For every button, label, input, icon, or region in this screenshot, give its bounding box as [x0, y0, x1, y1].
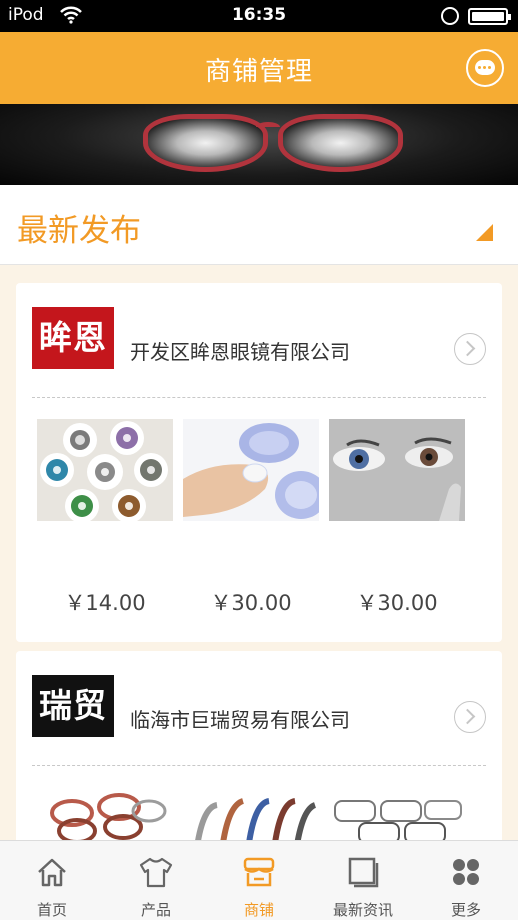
- product-image-eye-contact-lens[interactable]: [329, 419, 465, 521]
- glasses-bridge: [256, 122, 280, 132]
- chat-button[interactable]: [466, 49, 504, 87]
- product-price: ￥14.00: [64, 591, 146, 615]
- rotation-lock-icon: [441, 7, 459, 25]
- news-icon: [348, 857, 379, 888]
- tab-news[interactable]: 最新资讯: [311, 841, 415, 920]
- glasses-lens-left: [143, 114, 268, 172]
- section-title: 最新发布: [17, 213, 141, 249]
- tab-stores[interactable]: 商铺: [207, 841, 311, 920]
- latest-section-header: 最新发布: [0, 185, 518, 265]
- tab-products[interactable]: 产品: [104, 841, 208, 920]
- corner-triangle-icon[interactable]: [476, 224, 493, 241]
- tab-label: 最新资讯: [332, 901, 393, 919]
- shop-logo[interactable]: 瑞贸: [32, 675, 114, 737]
- tab-label: 产品: [140, 901, 171, 919]
- shop-name[interactable]: 开发区眸恩眼镜有限公司: [130, 336, 350, 365]
- tab-more[interactable]: 更多: [414, 841, 518, 920]
- tab-bar: 首页 产品 商铺 最新资讯 更多: [0, 840, 518, 920]
- grid-icon: [453, 859, 479, 885]
- status-bar: iPod 16:35: [0, 0, 518, 32]
- shop-name[interactable]: 临海市巨瑞贸易有限公司: [130, 704, 350, 733]
- shop-logo[interactable]: 眸恩: [32, 307, 114, 369]
- product-price: ￥30.00: [356, 591, 438, 615]
- tab-label: 首页: [36, 901, 67, 919]
- chat-bubble-icon: [475, 60, 495, 75]
- store-icon: [243, 857, 275, 887]
- product-image-contact-lens-case[interactable]: [183, 419, 319, 521]
- tshirt-icon: [139, 857, 173, 888]
- banner-image[interactable]: [0, 104, 518, 185]
- shop-card: 瑞贸 临海市巨瑞贸易有限公司: [16, 651, 502, 889]
- shop-card: 眸恩 开发区眸恩眼镜有限公司 ￥14.00 ￥30.00 ￥30.00: [16, 283, 502, 642]
- glasses-lens-right: [278, 114, 403, 172]
- tab-home[interactable]: 首页: [0, 841, 104, 920]
- shop-detail-button[interactable]: [454, 333, 486, 365]
- tab-label: 商铺: [243, 901, 274, 919]
- nav-bar: 商铺管理: [0, 32, 518, 104]
- divider: [32, 397, 486, 398]
- product-price: ￥30.00: [210, 591, 292, 615]
- product-image-colored-contact-lenses[interactable]: [37, 419, 173, 521]
- divider: [32, 765, 486, 766]
- page-title: 商铺管理: [204, 57, 313, 87]
- battery-icon: [468, 8, 511, 25]
- home-icon: [38, 858, 66, 887]
- tab-label: 更多: [450, 901, 481, 919]
- shop-detail-button[interactable]: [454, 701, 486, 733]
- chevron-right-icon: [459, 708, 476, 725]
- chevron-right-icon: [459, 340, 476, 357]
